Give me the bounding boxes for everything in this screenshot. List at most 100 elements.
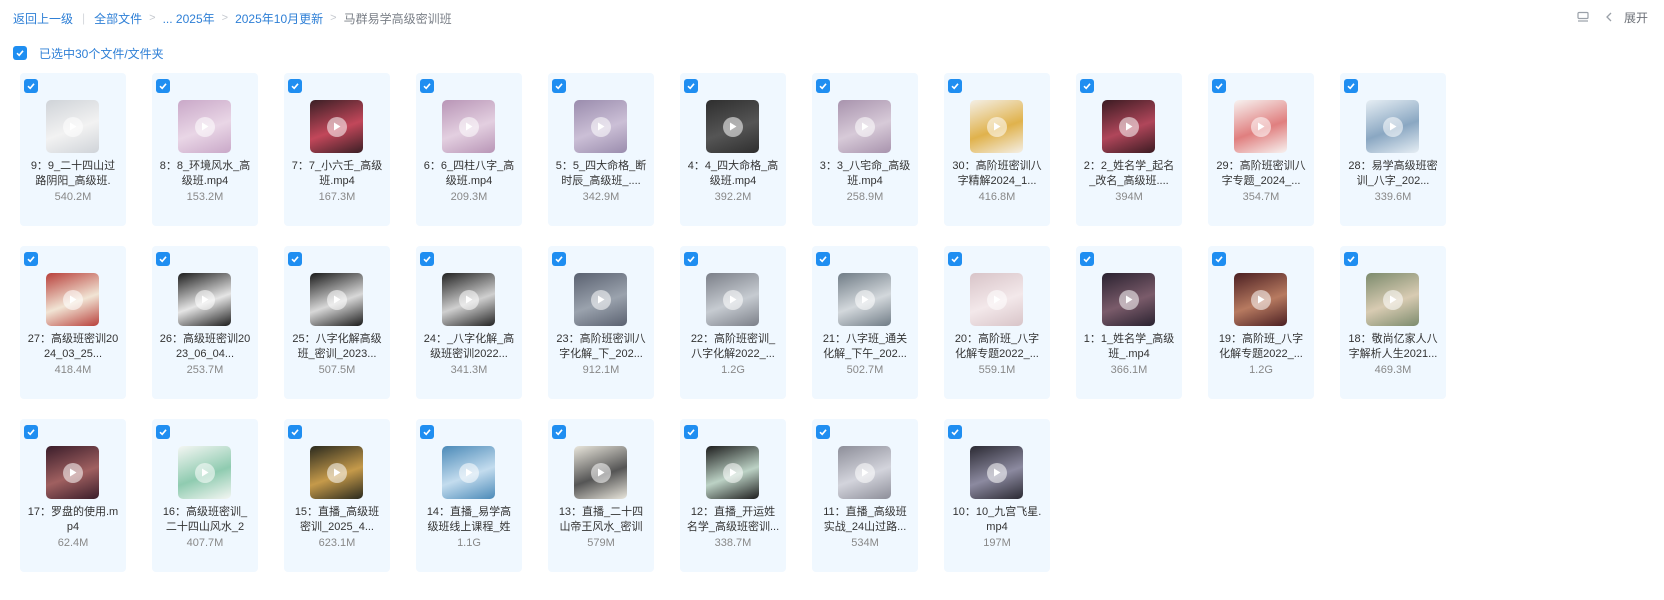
video-thumbnail[interactable] — [178, 100, 231, 153]
file-size: 258.9M — [846, 191, 884, 203]
file-size: 342.9M — [582, 191, 620, 203]
file-card[interactable]: 30：高阶班密训八字精解2024_1... 416.8M — [944, 73, 1050, 226]
file-checkbox[interactable] — [156, 79, 170, 93]
file-checkbox[interactable] — [948, 79, 962, 93]
video-thumbnail[interactable] — [1366, 273, 1419, 326]
file-card[interactable]: 27：高级班密训2024_03_25... 418.4M — [20, 246, 126, 399]
file-checkbox[interactable] — [1344, 252, 1358, 266]
video-thumbnail[interactable] — [442, 446, 495, 499]
video-thumbnail[interactable] — [838, 100, 891, 153]
video-thumbnail[interactable] — [574, 100, 627, 153]
file-card[interactable]: 4：4_四大命格_高级班.mp4 392.2M — [680, 73, 786, 226]
file-card[interactable]: 15：直播_高级班密训_2025_4... 623.1M — [284, 419, 390, 572]
file-checkbox[interactable] — [1344, 79, 1358, 93]
video-thumbnail[interactable] — [46, 100, 99, 153]
file-checkbox[interactable] — [420, 79, 434, 93]
select-all-checkbox[interactable] — [13, 46, 27, 60]
file-card[interactable]: 11：直播_高级班实战_24山过路... 534M — [812, 419, 918, 572]
video-thumbnail[interactable] — [706, 100, 759, 153]
video-thumbnail[interactable] — [970, 100, 1023, 153]
file-card[interactable]: 14：直播_易学高级班线上课程_姓 1.1G — [416, 419, 522, 572]
file-card[interactable]: 17：罗盘的使用.mp4 62.4M — [20, 419, 126, 572]
file-card[interactable]: 26：高级班密训2023_06_04... 253.7M — [152, 246, 258, 399]
video-thumbnail[interactable] — [574, 446, 627, 499]
file-card[interactable]: 1：1_姓名学_高级班_.mp4 366.1M — [1076, 246, 1182, 399]
file-checkbox[interactable] — [684, 79, 698, 93]
file-checkbox[interactable] — [1080, 252, 1094, 266]
file-card[interactable]: 22：高阶班密训_八字化解2022_... 1.2G — [680, 246, 786, 399]
video-thumbnail[interactable] — [706, 446, 759, 499]
file-card[interactable]: 25：八字化解高级班_密训_2023... 507.5M — [284, 246, 390, 399]
file-card[interactable]: 13：直播_二十四山帝王风水_密训 579M — [548, 419, 654, 572]
video-thumbnail[interactable] — [1366, 100, 1419, 153]
file-checkbox[interactable] — [1212, 252, 1226, 266]
video-thumbnail[interactable] — [310, 100, 363, 153]
video-thumbnail[interactable] — [838, 446, 891, 499]
video-thumbnail[interactable] — [970, 273, 1023, 326]
file-card[interactable]: 2：2_姓名学_起名_改名_高级班.... 394M — [1076, 73, 1182, 226]
file-card[interactable]: 6：6_四柱八字_高级班.mp4 209.3M — [416, 73, 522, 226]
file-checkbox[interactable] — [24, 252, 38, 266]
file-card[interactable]: 20：高阶班_八字化解专题2022_... 559.1M — [944, 246, 1050, 399]
file-card[interactable]: 5：5_四大命格_断时辰_高级班_.... 342.9M — [548, 73, 654, 226]
file-checkbox[interactable] — [552, 425, 566, 439]
breadcrumb-all-files[interactable]: 全部文件 — [94, 10, 142, 27]
file-checkbox[interactable] — [288, 425, 302, 439]
file-card[interactable]: 12：直播_开运姓名学_高级班密训... 338.7M — [680, 419, 786, 572]
video-thumbnail[interactable] — [310, 446, 363, 499]
video-thumbnail[interactable] — [178, 273, 231, 326]
file-checkbox[interactable] — [552, 252, 566, 266]
video-thumbnail[interactable] — [574, 273, 627, 326]
file-card[interactable]: 3：3_八宅命_高级班.mp4 258.9M — [812, 73, 918, 226]
file-card[interactable]: 19：高阶班_八字化解专题2022_... 1.2G — [1208, 246, 1314, 399]
file-checkbox[interactable] — [552, 79, 566, 93]
video-thumbnail[interactable] — [1234, 273, 1287, 326]
video-thumbnail[interactable] — [838, 273, 891, 326]
file-card[interactable]: 9：9_二十四山过路阴阳_高级班. 540.2M — [20, 73, 126, 226]
file-checkbox[interactable] — [156, 252, 170, 266]
file-card[interactable]: 7：7_小六壬_高级班.mp4 167.3M — [284, 73, 390, 226]
file-card[interactable]: 10：10_九宫飞星.mp4 197M — [944, 419, 1050, 572]
file-card[interactable]: 24：_八字化解_高级班密训2022... 341.3M — [416, 246, 522, 399]
video-thumbnail[interactable] — [178, 446, 231, 499]
file-card[interactable]: 18：敬尚亿家人八字解析人生2021... 469.3M — [1340, 246, 1446, 399]
file-card[interactable]: 23：高阶班密训八字化解_下_202... 912.1M — [548, 246, 654, 399]
file-checkbox[interactable] — [816, 425, 830, 439]
file-card[interactable]: 8：8_环境风水_高级班.mp4 153.2M — [152, 73, 258, 226]
file-checkbox[interactable] — [816, 252, 830, 266]
video-thumbnail[interactable] — [442, 273, 495, 326]
video-thumbnail[interactable] — [1234, 100, 1287, 153]
file-card[interactable]: 28：易学高级班密训_八字_202... 339.6M — [1340, 73, 1446, 226]
file-card[interactable]: 16：高级班密训_二十四山风水_2 407.7M — [152, 419, 258, 572]
file-checkbox[interactable] — [24, 79, 38, 93]
file-card[interactable]: 29：高阶班密训八字专题_2024_... 354.7M — [1208, 73, 1314, 226]
file-checkbox[interactable] — [156, 425, 170, 439]
file-checkbox[interactable] — [420, 252, 434, 266]
file-checkbox[interactable] — [1080, 79, 1094, 93]
video-thumbnail[interactable] — [706, 273, 759, 326]
list-icon[interactable] — [1576, 10, 1590, 24]
file-checkbox[interactable] — [1212, 79, 1226, 93]
file-checkbox[interactable] — [288, 252, 302, 266]
back-link[interactable]: 返回上一级 — [13, 10, 73, 27]
file-checkbox[interactable] — [24, 425, 38, 439]
breadcrumb-2025[interactable]: ... 2025年 — [163, 10, 215, 27]
video-thumbnail[interactable] — [442, 100, 495, 153]
video-thumbnail[interactable] — [970, 446, 1023, 499]
file-name: 9：9_二十四山过路阴阳_高级班. — [30, 160, 116, 187]
video-thumbnail[interactable] — [46, 273, 99, 326]
file-checkbox[interactable] — [816, 79, 830, 93]
video-thumbnail[interactable] — [1102, 100, 1155, 153]
breadcrumb-oct-update[interactable]: 2025年10月更新 — [235, 10, 323, 27]
file-checkbox[interactable] — [948, 252, 962, 266]
file-checkbox[interactable] — [948, 425, 962, 439]
file-checkbox[interactable] — [288, 79, 302, 93]
file-checkbox[interactable] — [684, 425, 698, 439]
file-checkbox[interactable] — [420, 425, 434, 439]
expand-button[interactable]: 展开 — [1602, 9, 1648, 26]
file-card[interactable]: 21：八字班_通关化解_下午_202... 502.7M — [812, 246, 918, 399]
video-thumbnail[interactable] — [310, 273, 363, 326]
video-thumbnail[interactable] — [46, 446, 99, 499]
video-thumbnail[interactable] — [1102, 273, 1155, 326]
file-checkbox[interactable] — [684, 252, 698, 266]
